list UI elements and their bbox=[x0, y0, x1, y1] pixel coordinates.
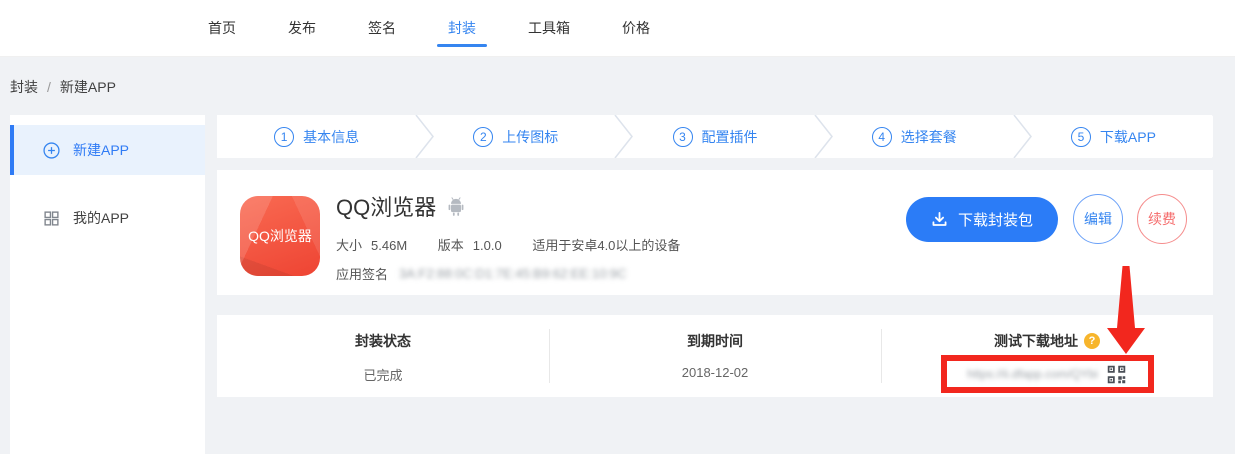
status-col-test-download-url: 测试下载地址 ? https://ii.dfapp.com/QYbi bbox=[881, 315, 1213, 397]
step-upload-icon[interactable]: 2 上传图标 bbox=[416, 115, 615, 158]
step-number-badge: 4 bbox=[872, 127, 892, 147]
app-name: QQ浏览器 bbox=[336, 190, 436, 222]
breadcrumb-parent[interactable]: 封装 bbox=[10, 79, 38, 95]
status-panel: 封装状态 已完成 到期时间 2018-12-02 测试下载地址 ? https:… bbox=[217, 315, 1213, 397]
step-label: 基本信息 bbox=[303, 127, 359, 147]
main-content: 1 基本信息 2 上传图标 3 配置插件 4 选择套餐 5 下载APP bbox=[217, 115, 1213, 397]
breadcrumb: 封装 / 新建APP bbox=[10, 77, 116, 97]
page: 首页 发布 签名 封装 工具箱 价格 封装/新建APP 新建APP 我的APP … bbox=[0, 0, 1235, 454]
app-signature-label: 应用签名 bbox=[336, 264, 388, 283]
sidebar-item-my-app[interactable]: 我的APP bbox=[10, 193, 205, 243]
step-label: 下载APP bbox=[1100, 127, 1156, 147]
status-value: 已完成 bbox=[217, 365, 549, 384]
app-icon: QQ浏览器 bbox=[240, 196, 320, 276]
app-icon-text: QQ浏览器 bbox=[248, 226, 312, 246]
status-title: 封装状态 bbox=[355, 331, 411, 351]
status-col-expiry-date: 到期时间 2018-12-02 bbox=[549, 315, 881, 397]
app-size: 大小5.46M bbox=[336, 238, 407, 253]
sidebar-item-label: 新建APP bbox=[73, 140, 129, 160]
app-card: QQ浏览器 QQ浏览器 大小5.46M 版本1.0.0 适用于安卓4.0以上的设… bbox=[217, 170, 1213, 295]
nav-item-sign[interactable]: 签名 bbox=[368, 0, 396, 56]
qr-code-icon[interactable] bbox=[1106, 364, 1127, 385]
status-col-package-state: 封装状态 已完成 bbox=[217, 315, 549, 397]
breadcrumb-separator: / bbox=[47, 79, 51, 95]
nav-item-price[interactable]: 价格 bbox=[622, 0, 650, 56]
status-value: 2018-12-02 bbox=[549, 365, 881, 380]
status-title: 测试下载地址 bbox=[994, 331, 1078, 351]
nav-item-home[interactable]: 首页 bbox=[208, 0, 236, 56]
step-number-badge: 3 bbox=[673, 127, 693, 147]
status-title: 到期时间 bbox=[687, 331, 743, 351]
nav-item-package[interactable]: 封装 bbox=[448, 0, 476, 56]
sidebar-item-new-app[interactable]: 新建APP bbox=[10, 125, 205, 175]
nav-item-toolbox[interactable]: 工具箱 bbox=[528, 0, 570, 56]
app-signature-value-masked: 3A:F2:88:0C:D1:7E:45:B9:62:EE:10:9C bbox=[399, 266, 627, 281]
step-configure-plugins[interactable]: 3 配置插件 bbox=[615, 115, 814, 158]
app-meta-row: 大小5.46M 版本1.0.0 适用于安卓4.0以上的设备 bbox=[336, 235, 707, 254]
test-url-highlight-box: https://ii.dfapp.com/QYbi bbox=[941, 355, 1154, 393]
chevron-right-icon bbox=[1212, 115, 1213, 158]
download-package-button[interactable]: 下载封装包 bbox=[906, 197, 1058, 242]
step-label: 配置插件 bbox=[702, 127, 758, 147]
breadcrumb-current: 新建APP bbox=[60, 79, 116, 95]
sidebar: 新建APP 我的APP bbox=[10, 115, 205, 454]
download-icon bbox=[931, 211, 948, 228]
android-icon bbox=[446, 195, 466, 217]
step-download-app[interactable]: 5 下载APP bbox=[1014, 115, 1213, 158]
step-number-badge: 1 bbox=[274, 127, 294, 147]
app-compatibility: 适用于安卓4.0以上的设备 bbox=[532, 238, 680, 253]
step-label: 上传图标 bbox=[502, 127, 558, 147]
app-info: QQ浏览器 大小5.46M 版本1.0.0 适用于安卓4.0以上的设备 应用签名… bbox=[336, 190, 707, 283]
step-wizard: 1 基本信息 2 上传图标 3 配置插件 4 选择套餐 5 下载APP bbox=[217, 115, 1213, 158]
nav-item-publish[interactable]: 发布 bbox=[288, 0, 316, 56]
edit-button[interactable]: 编辑 bbox=[1073, 194, 1123, 244]
top-nav: 首页 发布 签名 封装 工具箱 价格 bbox=[0, 0, 1235, 57]
grid-icon bbox=[43, 210, 60, 227]
question-badge-icon[interactable]: ? bbox=[1084, 333, 1100, 349]
step-select-plan[interactable]: 4 选择套餐 bbox=[815, 115, 1014, 158]
sidebar-item-label: 我的APP bbox=[73, 208, 129, 228]
step-label: 选择套餐 bbox=[901, 127, 957, 147]
step-number-badge: 5 bbox=[1071, 127, 1091, 147]
step-basic-info[interactable]: 1 基本信息 bbox=[217, 115, 416, 158]
plus-circle-icon bbox=[43, 142, 60, 159]
renew-button[interactable]: 续费 bbox=[1137, 194, 1187, 244]
app-version: 版本1.0.0 bbox=[438, 238, 502, 253]
test-download-url-masked[interactable]: https://ii.dfapp.com/QYbi bbox=[967, 367, 1098, 381]
app-signature-row: 应用签名 3A:F2:88:0C:D1:7E:45:B9:62:EE:10:9C bbox=[336, 264, 707, 283]
step-number-badge: 2 bbox=[473, 127, 493, 147]
